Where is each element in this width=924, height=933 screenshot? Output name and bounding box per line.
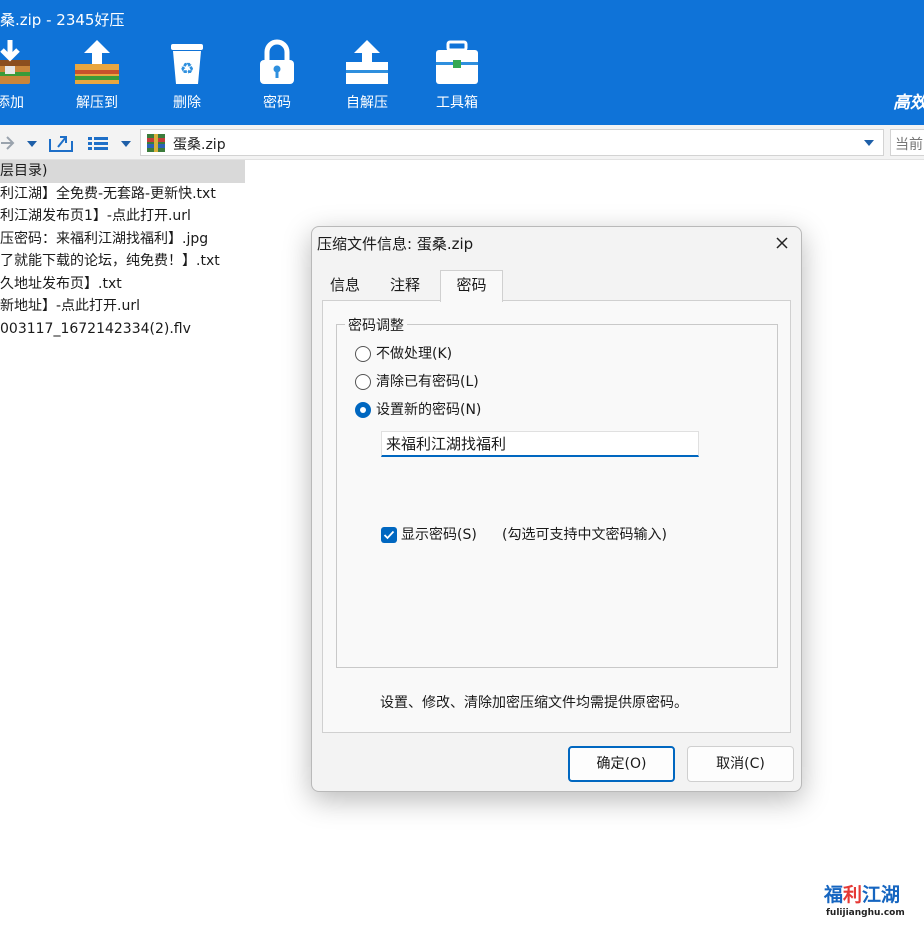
show-password-hint: (勾选可支持中文密码输入) (502, 527, 667, 543)
file-row[interactable]: 久地址发布页】.txt (0, 273, 245, 296)
window-title: 桑.zip - 2345好压 (0, 11, 125, 29)
radio-keep[interactable] (355, 346, 371, 362)
file-row[interactable]: 利江湖】全免费-无套路-更新快.txt (0, 183, 245, 206)
toolbar-delete-button[interactable]: ♻ 删除 (152, 38, 222, 118)
toolbar-toolbox-label: 工具箱 (436, 95, 478, 111)
file-row[interactable]: 利江湖发布页1】-点此打开.url (0, 205, 245, 228)
tab-password[interactable]: 密码 (440, 270, 503, 302)
file-row-parent[interactable]: 层目录) (0, 160, 245, 183)
file-row[interactable]: 新地址】-点此打开.url (0, 295, 245, 318)
recycle-bin-icon: ♻ (171, 44, 203, 84)
file-row[interactable]: 压密码：来福利江湖找福利】.jpg (0, 228, 245, 251)
history-dropdown-icon[interactable] (26, 133, 38, 153)
path-field[interactable]: 蛋桑.zip (140, 129, 884, 156)
file-list: 层目录) 利江湖】全免费-无套路-更新快.txt 利江湖发布页1】-点此打开.u… (0, 160, 245, 340)
password-adjust-group: 密码调整 不做处理(K) 清除已有密码(L) 设置新的密码(N) 来福利江湖找福… (336, 315, 778, 668)
close-icon[interactable] (769, 232, 795, 256)
toolbar-toolbox-button[interactable]: 工具箱 (422, 38, 492, 118)
forward-arrow-icon[interactable] (0, 133, 16, 153)
toolbar-self-extract-label: 自解压 (346, 95, 388, 111)
address-bar: 蛋桑.zip 当前 (0, 125, 924, 160)
group-title: 密码调整 (345, 315, 407, 335)
watermark-logo: 福利江湖 fulijianghu.com (824, 880, 916, 922)
new-password-input[interactable]: 来福利江湖找福利 (381, 431, 699, 457)
archive-info-dialog: 压缩文件信息: 蛋桑.zip 信息 注释 密码 密码调整 不做处理(K) 清除已… (311, 226, 802, 792)
checkmark-icon (383, 530, 395, 540)
ok-button[interactable]: 确定(O) (568, 746, 675, 782)
toolbar-add-button[interactable]: 添加 (0, 38, 45, 118)
toolbox-icon (436, 40, 478, 84)
radio-set-new[interactable] (355, 402, 371, 418)
option-keep-label: 不做处理(K) (376, 346, 453, 362)
password-tab-panel: 密码调整 不做处理(K) 清除已有密码(L) 设置新的密码(N) 来福利江湖找福… (322, 300, 791, 733)
tab-comment[interactable]: 注释 (384, 271, 426, 299)
brand-slogan: 高效 (893, 93, 924, 113)
option-set-new-label: 设置新的密码(N) (376, 402, 482, 418)
toolbar-extract-button[interactable]: 解压到 (62, 38, 132, 118)
watermark-char-2: 利 (843, 884, 863, 906)
view-mode-icon[interactable] (86, 133, 110, 153)
password-note: 设置、修改、清除加密压缩文件均需提供原密码。 (380, 695, 688, 711)
path-dropdown-icon[interactable] (863, 139, 875, 147)
cancel-button[interactable]: 取消(C) (687, 746, 794, 782)
show-password-label: 显示密码(S) (401, 527, 477, 543)
file-row[interactable]: 了就能下载的论坛，纯免费！】.txt (0, 250, 245, 273)
view-dropdown-icon[interactable] (120, 133, 132, 153)
watermark-title: 福利江湖 (824, 880, 900, 907)
svg-text:♻: ♻ (180, 59, 194, 78)
watermark-url: fulijianghu.com (826, 908, 905, 918)
radio-clear[interactable] (355, 374, 371, 390)
archive-icon (147, 134, 165, 152)
self-extract-icon (346, 40, 388, 84)
toolbar-extract-label: 解压到 (76, 95, 118, 111)
toolbar-self-extract-button[interactable]: 自解压 (332, 38, 402, 118)
search-field[interactable]: 当前 (890, 129, 924, 156)
lock-icon (260, 39, 294, 84)
file-row[interactable]: 003117_1672142334(2).flv (0, 318, 245, 341)
tab-info[interactable]: 信息 (324, 271, 366, 299)
extract-icon (75, 40, 119, 84)
toolbar-delete-label: 删除 (173, 95, 201, 111)
dialog-title: 压缩文件信息: 蛋桑.zip (317, 235, 474, 253)
main-toolbar: 桑.zip - 2345好压 添加 解压到 ♻ 删除 密码 自解压 工具箱 高效 (0, 0, 924, 125)
toolbar-password-label: 密码 (263, 95, 291, 111)
toolbar-add-label: 添加 (0, 95, 24, 111)
option-clear-label: 清除已有密码(L) (376, 374, 479, 390)
search-placeholder: 当前 (895, 137, 923, 153)
watermark-char-3: 江湖 (862, 884, 901, 906)
path-text: 蛋桑.zip (173, 137, 226, 153)
up-folder-icon[interactable] (48, 133, 74, 153)
add-archive-icon (0, 40, 30, 84)
show-password-checkbox[interactable] (381, 527, 397, 543)
watermark-char-1: 福 (824, 884, 844, 906)
toolbar-password-button[interactable]: 密码 (242, 38, 312, 118)
